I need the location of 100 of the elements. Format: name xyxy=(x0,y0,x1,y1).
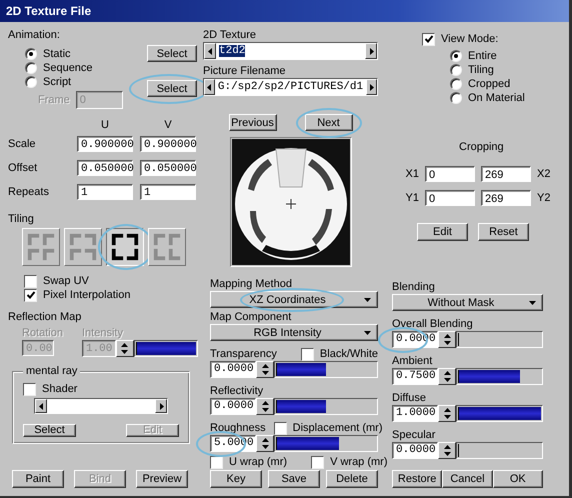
row-label: Scale xyxy=(8,137,37,152)
spinner-arrows-icon xyxy=(120,342,130,355)
radio-label: On Material xyxy=(468,92,525,104)
action-button[interactable]: Preview xyxy=(136,470,188,488)
action-button[interactable]: Save xyxy=(268,470,320,488)
value-field[interactable]: 1.0000 xyxy=(392,405,438,422)
value-field[interactable]: 0.0000 xyxy=(210,361,256,378)
rotation-label: Rotation xyxy=(22,327,63,339)
checkbox-label: Shader xyxy=(42,383,78,395)
checkbox-label: Displacement (mr) xyxy=(292,422,383,434)
spinner-button[interactable] xyxy=(256,361,274,378)
tile-pattern-icon xyxy=(26,232,56,262)
spinner-button[interactable] xyxy=(438,368,456,385)
slider-label: Reflectivity xyxy=(210,385,264,397)
radio-button[interactable] xyxy=(450,78,462,90)
frame-label: Frame xyxy=(38,94,70,106)
blending-dropdown[interactable]: Without Mask xyxy=(392,294,543,311)
group-button[interactable]: Select xyxy=(23,424,76,437)
input-field[interactable]: 269 xyxy=(481,166,531,182)
action-button[interactable]: Paint xyxy=(12,470,64,488)
checkbox-label: V wrap (mr) xyxy=(330,456,388,468)
radio-button[interactable] xyxy=(450,64,462,76)
picture-filename-label: Picture Filename xyxy=(203,65,286,78)
input-field[interactable]: 0.050000 xyxy=(140,160,196,176)
action-button[interactable]: Restore xyxy=(392,470,442,488)
dropdown-arrow-icon xyxy=(364,298,371,302)
radio-button[interactable] xyxy=(25,48,37,60)
select-button[interactable]: Select xyxy=(147,45,197,62)
action-button[interactable]: Cancel xyxy=(442,470,493,488)
checkbox[interactable] xyxy=(210,456,223,468)
checkbox-label: Swap UV xyxy=(43,275,89,287)
tiling-button[interactable] xyxy=(106,228,144,266)
spinner-arrows-icon xyxy=(260,437,270,450)
dropdown-arrow-icon xyxy=(364,330,371,334)
checkbox[interactable] xyxy=(23,382,36,396)
spinner-arrows-icon xyxy=(260,363,270,376)
radio-button[interactable] xyxy=(450,50,462,62)
tiling-label: Tiling xyxy=(8,213,34,226)
nav-button[interactable]: Next xyxy=(304,114,352,131)
tile-pattern-icon xyxy=(110,232,140,262)
map-component-dropdown[interactable]: RGB Intensity xyxy=(210,324,378,341)
radio-label: Static xyxy=(43,48,71,60)
cropping-button[interactable]: Edit xyxy=(417,223,468,241)
input-field[interactable]: 269 xyxy=(481,190,531,206)
value-field[interactable]: 0.0000 xyxy=(210,398,256,415)
slider-label: Overall Blending xyxy=(392,318,473,330)
input-field[interactable]: 0.900000 xyxy=(140,136,196,152)
input-field[interactable]: 0 xyxy=(425,190,475,206)
slider-label: Roughness xyxy=(210,422,266,434)
input-field[interactable]: 1 xyxy=(140,184,196,200)
select-button[interactable]: Select xyxy=(147,80,197,97)
coordinate-label: X2 xyxy=(537,168,552,180)
map-component-label: Map Component xyxy=(210,311,292,324)
spinner-button[interactable] xyxy=(116,340,134,357)
action-button[interactable]: OK xyxy=(492,470,543,488)
spinner-button[interactable] xyxy=(256,398,274,415)
checkbox[interactable] xyxy=(24,274,37,288)
animation-label: Animation: xyxy=(8,29,60,42)
checkbox[interactable] xyxy=(300,348,314,360)
input-field[interactable]: 1 xyxy=(77,184,133,200)
column-header: U xyxy=(100,119,110,131)
slider-label: Transparency xyxy=(210,348,277,360)
radio-label: Cropped xyxy=(468,78,510,90)
checkbox[interactable] xyxy=(24,288,37,302)
radio-button[interactable] xyxy=(450,92,462,104)
shader-field[interactable] xyxy=(34,398,168,414)
action-button[interactable]: Delete xyxy=(326,470,378,488)
texture-label: 2D Texture xyxy=(203,29,256,42)
radio-label: Tiling xyxy=(468,64,494,76)
checkbox[interactable] xyxy=(311,456,324,468)
column-header: V xyxy=(163,119,173,131)
value-field[interactable]: 0.7500 xyxy=(392,368,438,385)
input-field[interactable]: 0.050000 xyxy=(77,160,133,176)
nav-button[interactable]: Previous xyxy=(228,114,276,131)
radio-button[interactable] xyxy=(25,76,37,88)
filename-field[interactable]: G:/sp2/sp2/PICTURES/d1 xyxy=(203,78,378,96)
spinner-button[interactable] xyxy=(438,331,456,348)
dropdown-arrow-icon xyxy=(529,300,536,304)
input-field[interactable]: 0.900000 xyxy=(77,136,133,152)
row-label: Offset xyxy=(8,161,38,176)
spinner-button[interactable] xyxy=(438,405,456,422)
texture-field[interactable]: t2d2 xyxy=(203,42,378,60)
checkbox[interactable] xyxy=(422,32,435,46)
action-button[interactable]: Key xyxy=(210,470,262,488)
cropping-button[interactable]: Reset xyxy=(478,223,529,241)
spinner-arrows-icon xyxy=(442,370,452,383)
checkbox[interactable] xyxy=(274,422,287,434)
spinner-arrows-icon xyxy=(442,407,452,420)
slider-label: Diffuse xyxy=(392,392,426,404)
radio-button[interactable] xyxy=(25,62,37,74)
slider-label: Ambient xyxy=(392,355,432,367)
spinner-button[interactable] xyxy=(438,442,456,459)
input-field[interactable]: 0 xyxy=(425,166,475,182)
value-field[interactable]: 0.0000 xyxy=(392,442,438,459)
row-label: Repeats xyxy=(8,185,50,200)
mapping-method-dropdown[interactable]: XZ Coordinates xyxy=(210,291,378,308)
checkbox-label: View Mode: xyxy=(441,33,498,45)
intensity-label: Intensity xyxy=(82,327,124,339)
spinner-button[interactable] xyxy=(256,435,274,452)
coordinate-label: Y2 xyxy=(537,192,552,204)
